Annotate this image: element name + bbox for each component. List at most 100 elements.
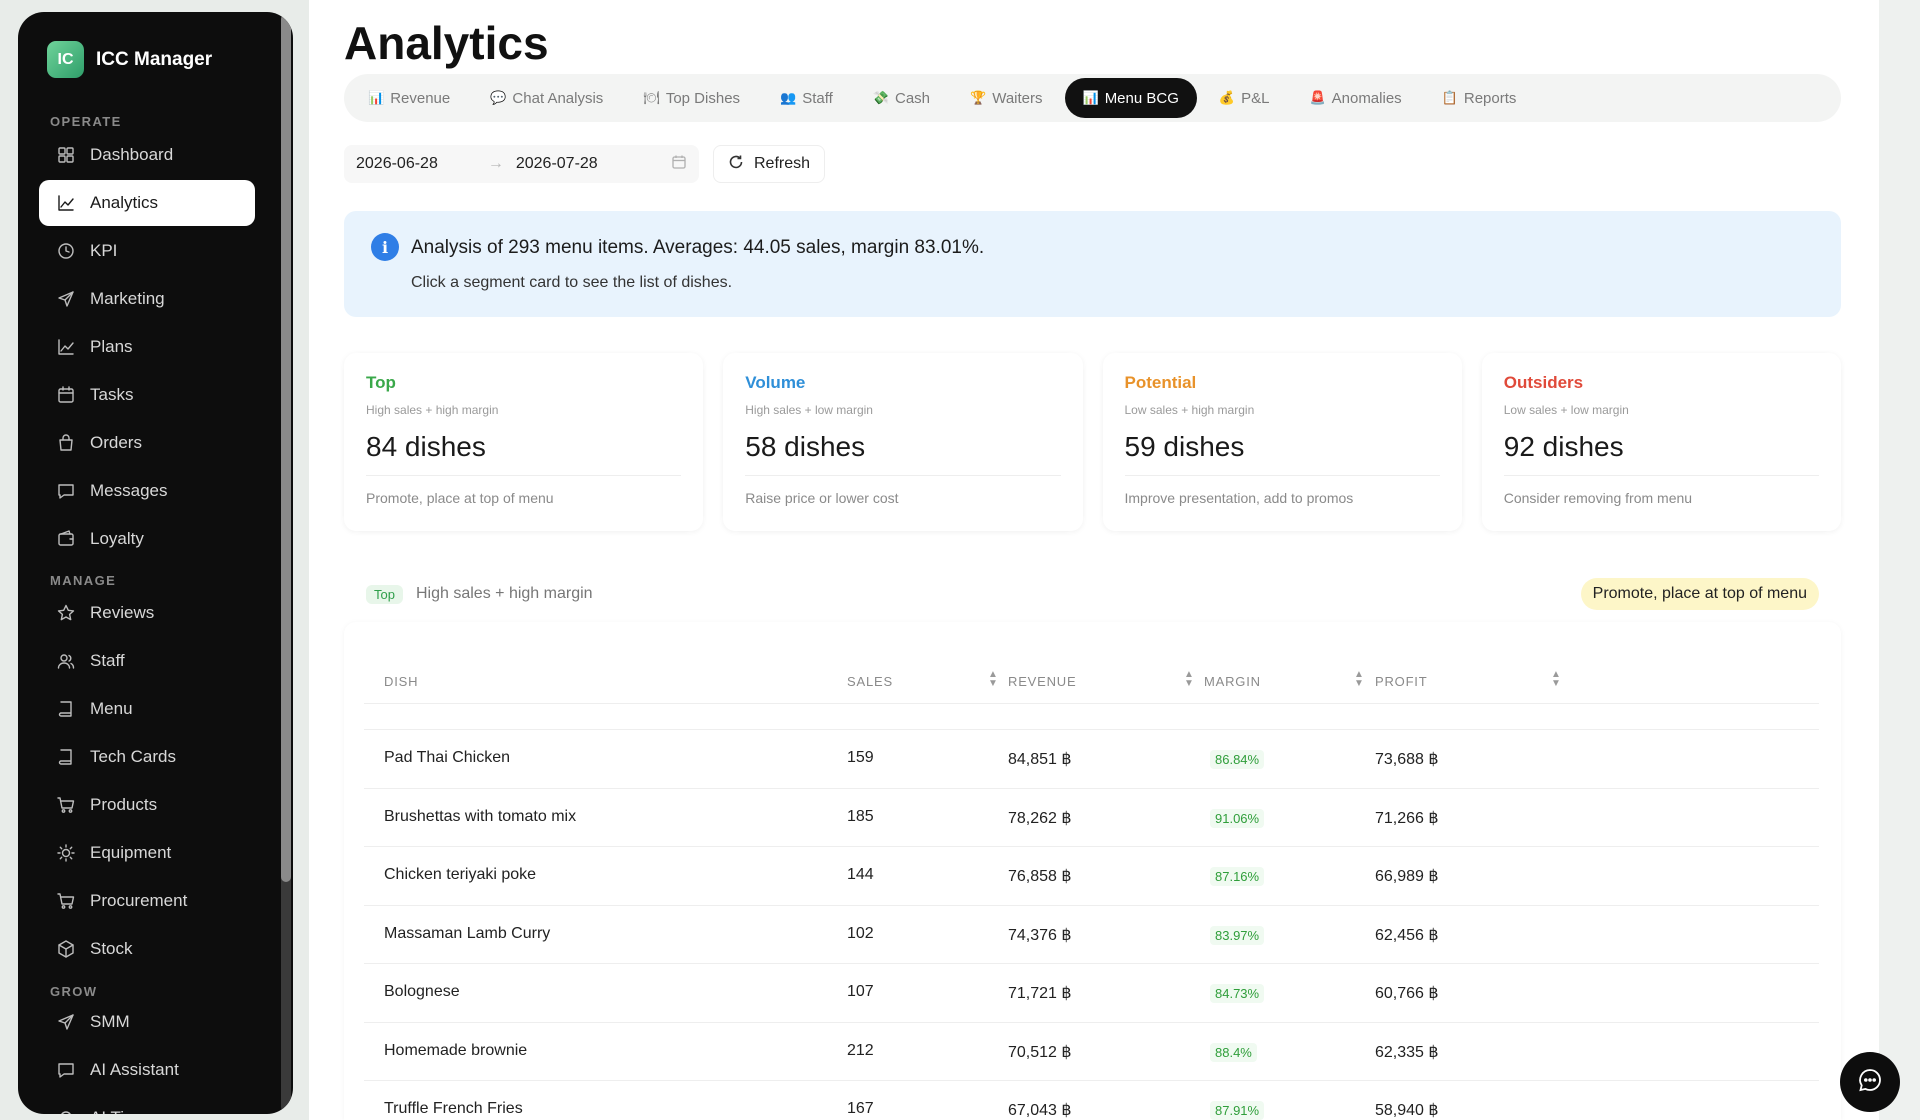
sidebar-item-ai-assistant[interactable]: AI Assistant	[39, 1047, 255, 1093]
sidebar-item-messages[interactable]: Messages	[39, 468, 255, 514]
segment-card-potential[interactable]: Potential Low sales + high margin 59 dishe…	[1102, 353, 1462, 531]
tab-chat-analysis[interactable]: 💬 Chat Analysis	[472, 78, 621, 118]
sidebar-item-analytics[interactable]: Analytics	[39, 180, 255, 226]
table-row[interactable]: Bolognese 107 71,721 ฿ 84.73% 60,766 ฿	[364, 964, 1819, 1023]
sort-margin-icon[interactable]: ▲ ▼	[1354, 670, 1365, 689]
profit-value: 60,766 ฿	[1375, 985, 1439, 1002]
sidebar-item-plans[interactable]: Plans	[39, 324, 255, 370]
sort-revenue-icon[interactable]: ▲ ▼	[1184, 670, 1195, 689]
sort-profit-icon[interactable]: ▲ ▼	[1551, 670, 1562, 689]
info-sub-text: Click a segment card to see the list of …	[411, 274, 733, 291]
brand[interactable]: IC ICC Manager	[47, 41, 212, 78]
sidebar-item-smm[interactable]: SMM	[39, 999, 255, 1045]
tab-p-l[interactable]: 💰 P&L	[1201, 78, 1288, 118]
table-row[interactable]: Massaman Lamb Curry 102 74,376 ฿ 83.97% 62,4…	[364, 906, 1819, 964]
segment-card-top[interactable]: Top High sales + high margin 84 dishes Prom…	[344, 353, 704, 531]
tab-reports[interactable]: 📋 Reports	[1424, 78, 1535, 118]
sidebar-item-tasks[interactable]: Tasks	[39, 372, 255, 418]
tab-menu-bcg[interactable]: 📊 Menu BCG	[1064, 78, 1197, 118]
calendar-icon[interactable]	[671, 154, 687, 175]
column-header-revenue[interactable]: REVENUE	[1008, 674, 1076, 689]
tab-anomalies[interactable]: 🚨 Anomalies	[1291, 78, 1419, 118]
segment-action: Improve presentation, add to promos	[1124, 490, 1354, 506]
column-header-dish[interactable]: DISH	[384, 674, 418, 689]
table-row[interactable]: Brushettas with tomato mix 185 78,262 ฿ 91.…	[364, 789, 1819, 847]
revenue-value: 74,376 ฿	[1008, 926, 1072, 944]
table-row[interactable]: Homemade brownie 212 70,512 ฿ 88.4% 62,335 ฿	[364, 1023, 1819, 1081]
date-range-picker[interactable]: 2026-06-28 → 2026-07-28	[344, 145, 699, 183]
sidebar-item-loyalty[interactable]: Loyalty	[39, 516, 255, 562]
sidebar-item-marketing[interactable]: Marketing	[39, 276, 255, 322]
sidebar-item-orders[interactable]: Orders	[39, 420, 255, 466]
tab-label: Waiters	[992, 89, 1043, 107]
sidebar-item-procurement[interactable]: Procurement	[39, 878, 255, 924]
tab-emoji-icon: 🍽	[643, 90, 660, 105]
segment-count: 84 dishes	[366, 431, 486, 462]
revenue-value: 71,721 ฿	[1008, 985, 1072, 1002]
tab-emoji-icon: 💸	[872, 90, 889, 105]
chat-button[interactable]	[1840, 1052, 1900, 1112]
sidebar-item-equipment[interactable]: Equipment	[39, 830, 255, 876]
table-row[interactable]: Pad Thai Chicken 159 84,851 ฿ 86.84% 73,688 …	[364, 730, 1819, 789]
sidebar-item-label: Orders	[90, 433, 142, 452]
segment-badge: Top	[366, 585, 403, 604]
sales-value: 107	[847, 983, 874, 1000]
chart-line-icon	[56, 193, 76, 213]
dish-name: Chicken teriyaki poke	[384, 866, 537, 883]
dish-name: Truffle French Fries	[384, 1100, 523, 1117]
column-header-margin[interactable]: MARGIN	[1204, 674, 1261, 689]
info-icon: i	[371, 233, 399, 261]
segment-description: Low sales + high margin	[1124, 403, 1255, 417]
sidebar-scrollbar[interactable]	[281, 14, 291, 1112]
tab-label: Revenue	[390, 89, 451, 107]
sidebar-item-kpi[interactable]: KPI	[39, 228, 255, 274]
profit-value: 66,989 ฿	[1375, 868, 1439, 885]
sidebar-item-stock[interactable]: Stock	[39, 926, 255, 972]
tab-emoji-icon: 🏆	[970, 90, 987, 105]
date-from[interactable]: 2026-06-28	[356, 155, 438, 173]
sidebar-item-ai-tips[interactable]: AI Tips	[39, 1095, 255, 1114]
tab-revenue[interactable]: 📊 Revenue	[350, 78, 468, 118]
tab-cash[interactable]: 💸 Cash	[855, 78, 948, 118]
segment-title: Volume	[745, 373, 806, 392]
sort-sales-icon[interactable]: ▲ ▼	[988, 670, 999, 689]
sidebar-item-tech-cards[interactable]: Tech Cards	[39, 734, 255, 780]
sidebar-item-menu[interactable]: Menu	[39, 686, 255, 732]
info-banner: i Analysis of 293 menu items. Averages: …	[344, 211, 1841, 317]
tab-waiters[interactable]: 🏆 Waiters	[952, 78, 1060, 118]
sidebar-item-dashboard[interactable]: Dashboard	[39, 132, 255, 178]
book-icon	[56, 747, 76, 767]
message-icon	[56, 1060, 76, 1080]
sidebar-item-products[interactable]: Products	[39, 782, 255, 828]
segment-card-outsiders[interactable]: Outsiders Low sales + low margin 92 dishes…	[1481, 353, 1841, 531]
column-header-sales[interactable]: SALES	[847, 674, 893, 689]
table-body: Pad Thai Chicken 159 84,851 ฿ 86.84% 73,688 …	[364, 729, 1819, 1120]
tab-top-dishes[interactable]: 🍽 Top Dishes	[625, 78, 758, 118]
message-icon	[56, 481, 76, 501]
sidebar-item-label: Menu	[90, 699, 133, 718]
info-main-text: Analysis of 293 menu items. Averages: 44…	[411, 237, 985, 258]
revenue-value: 78,262 ฿	[1008, 809, 1072, 827]
segment-card-volume[interactable]: Volume High sales + low margin 58 dishes Ra…	[723, 353, 1083, 531]
margin-value: 88.4%	[1210, 1042, 1257, 1062]
segment-action: Consider removing from menu	[1503, 490, 1693, 506]
dishes-table: DISH SALES ▲ ▼ REVENUE ▲ ▼ MARGIN ▲ ▼ PROFI…	[344, 622, 1841, 1120]
sidebar-scrollbar-thumb[interactable]	[281, 14, 291, 882]
tab-label: Top Dishes	[665, 89, 741, 107]
table-row[interactable]: Truffle French Fries 167 67,043 ฿ 87.91% 58,…	[364, 1081, 1819, 1120]
sidebar-item-reviews[interactable]: Reviews	[39, 590, 255, 636]
column-header-profit[interactable]: PROFIT	[1375, 674, 1427, 689]
margin-value: 84.73%	[1210, 984, 1265, 1003]
sidebar-item-label: Products	[90, 795, 158, 814]
refresh-button[interactable]: Refresh	[713, 145, 826, 183]
tab-label: Staff	[802, 89, 833, 107]
tab-staff[interactable]: 👥 Staff	[762, 78, 851, 118]
sidebar-item-staff[interactable]: Staff	[39, 638, 255, 684]
segment-recommendation: Promote, place at top of menu	[1580, 578, 1819, 610]
date-to[interactable]: 2026-07-28	[516, 155, 598, 173]
sidebar-item-label: Tasks	[90, 385, 134, 404]
table-row[interactable]: Chicken teriyaki poke 144 76,858 ฿ 87.16% 66…	[364, 847, 1819, 906]
chart-line-icon	[56, 337, 76, 357]
sidebar-item-label: SMM	[90, 1012, 130, 1031]
sales-value: 159	[847, 749, 874, 766]
